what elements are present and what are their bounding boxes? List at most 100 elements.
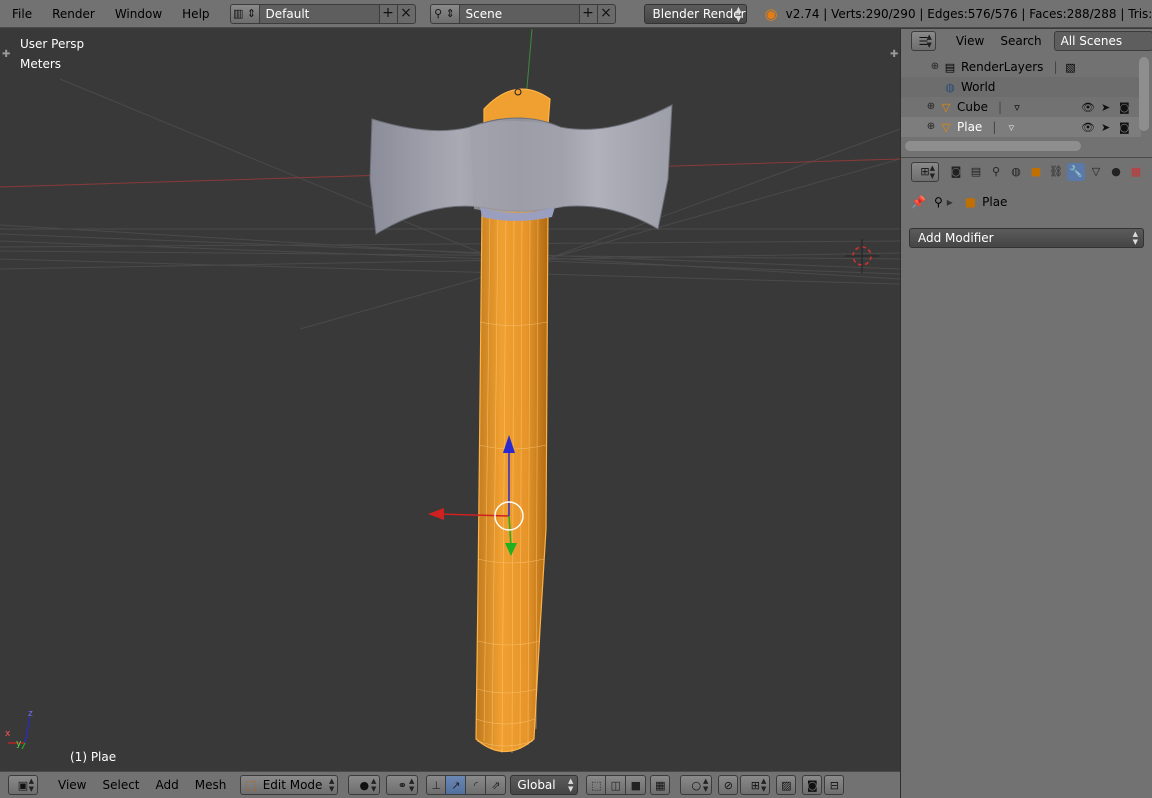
add-scene-button[interactable]: + [579, 3, 598, 24]
menu-help[interactable]: Help [172, 0, 219, 27]
view3d-header: ▣ ▲ ▼ View Select Add Mesh ⬚ Edit Mode ▲ ▼ … [0, 771, 900, 798]
tab-material-icon[interactable]: ● [1107, 163, 1125, 181]
snap-increment-icon: ⊞ [750, 778, 760, 792]
tab-render-layers-icon[interactable]: ▤ [967, 163, 985, 181]
tab-data-icon[interactable]: ▽ [1087, 163, 1105, 181]
edge-select-icon[interactable]: ◫ [606, 775, 627, 795]
outliner-item-cube[interactable]: ⊕ ▽ Cube | ▿ 👁 ➤ ◙ [901, 97, 1141, 117]
interaction-mode-dropdown[interactable]: ⬚ Edit Mode ▲ ▼ [240, 775, 339, 795]
face-select-icon[interactable]: ■ [626, 775, 647, 795]
renderable-camera-icon[interactable]: ◙ [1119, 121, 1130, 134]
mesh-object-icon: ▽ [941, 100, 951, 114]
scene-field[interactable]: Scene [459, 3, 580, 24]
units-label: Meters [20, 57, 62, 71]
world-icon: ◍ [945, 80, 955, 94]
screen-layout-icon[interactable]: ▥ ⇕ [229, 3, 260, 24]
scene-icon[interactable]: ⚲ ⇕ [429, 3, 460, 24]
outliner-menu-search[interactable]: Search [992, 34, 1049, 48]
outliner-header: ☰ ▲ ▼ View Search All Scenes [901, 29, 1152, 53]
outliner-item-label: Plae [957, 120, 983, 134]
delete-scene-button[interactable]: × [597, 3, 616, 24]
menu-add[interactable]: Add [148, 778, 187, 792]
tab-world-icon[interactable]: ◍ [1007, 163, 1025, 181]
outliner-item-label: World [961, 80, 996, 94]
viewport-scene [0, 29, 900, 754]
tab-object-icon[interactable]: ■ [1027, 163, 1045, 181]
tab-texture-icon[interactable]: ▦ [1127, 163, 1145, 181]
tab-modifiers-icon[interactable]: 🔧 [1067, 162, 1085, 181]
render-animation-icon[interactable]: ⊟ [824, 775, 845, 795]
outliner-menu-view[interactable]: View [948, 34, 992, 48]
delete-layout-button[interactable]: × [397, 3, 416, 24]
outliner-item-plae[interactable]: ⊕ ▽ Plae | ▿ 👁 ➤ ◙ [901, 117, 1141, 137]
add-modifier-dropdown[interactable]: Add Modifier ▲ ▼ [909, 228, 1144, 248]
vertical-scrollbar[interactable] [1139, 57, 1149, 131]
properties-icon: ⊞ [920, 165, 930, 178]
snap-element-dropdown[interactable]: ⊞ ▲ ▼ [740, 775, 771, 795]
outliner-editor-type-button[interactable]: ☰ ▲ ▼ [911, 31, 936, 51]
proportional-edit-dropdown[interactable]: ○ ▲ ▼ [680, 775, 713, 795]
manipulator-toggle-icon[interactable]: ⊥ [426, 775, 447, 795]
add-modifier-label: Add Modifier [918, 231, 994, 245]
scene-stats: ◉ v2.74 | Verts:290/290 | Edges:576/576 … [765, 5, 1152, 23]
menu-view[interactable]: View [50, 778, 94, 792]
axis-y-label: y [16, 739, 22, 749]
visibility-eye-icon[interactable]: 👁 [1081, 121, 1095, 134]
selectable-cursor-icon[interactable]: ➤ [1101, 121, 1110, 134]
properties-panel: 📌 ⚲ ▸ ■ Plae Add Modifier ▲ ▼ [901, 185, 1152, 798]
expand-icon[interactable]: ⊕ [925, 121, 937, 133]
axis-x-label: x [5, 729, 11, 739]
expand-icon[interactable]: ⊕ [929, 61, 941, 73]
menu-select[interactable]: Select [94, 778, 147, 792]
menu-window[interactable]: Window [105, 0, 172, 27]
menu-mesh[interactable]: Mesh [187, 778, 235, 792]
area-split-corner-icon[interactable]: ✚ [2, 50, 10, 60]
translate-manipulator-icon[interactable]: ↗ [446, 775, 467, 795]
pivot-point-dropdown[interactable]: ⚭ ▲ ▼ [386, 775, 419, 795]
vertex-select-icon[interactable]: ⬚ [586, 775, 607, 795]
scale-manipulator-icon[interactable]: ⇗ [486, 775, 507, 795]
outliner-item-world[interactable]: ◍ World [901, 77, 1141, 97]
render-layers-icon: ▤ [944, 60, 956, 74]
transform-orientation-dropdown[interactable]: Global ▲ ▼ [510, 775, 579, 795]
tab-render-icon[interactable]: ◙ [947, 163, 965, 181]
dropdown-arrows-icon: ▲ ▼ [735, 4, 742, 23]
selectable-cursor-icon[interactable]: ➤ [1101, 101, 1110, 114]
screen-layout-field[interactable]: Default [259, 3, 380, 24]
pin-icon[interactable]: 📌 [911, 195, 926, 209]
dropdown-arrows-icon: ▲ ▼ [1132, 230, 1138, 246]
orientation-label: Global [517, 778, 556, 792]
object-icon: ■ [964, 195, 977, 209]
tab-scene-icon[interactable]: ⚲ [987, 163, 1005, 181]
visibility-eye-icon[interactable]: 👁 [1081, 101, 1095, 114]
outliner-item-label: RenderLayers [961, 60, 1044, 74]
menu-file[interactable]: File [0, 0, 42, 27]
render-engine-dropdown[interactable]: Blender Render ▲ ▼ [643, 3, 747, 24]
stats-text: v2.74 | Verts:290/290 | Edges:576/576 | … [785, 6, 1152, 21]
outliner-item-renderlayers[interactable]: ⊕ ▤ RenderLayers | ▧ [901, 57, 1141, 77]
tab-constraints-icon[interactable]: ⛓ [1047, 163, 1065, 181]
limit-selection-visible-icon[interactable]: ▦ [650, 775, 671, 795]
rotate-manipulator-icon[interactable]: ◜ [466, 775, 487, 795]
renderable-camera-icon[interactable]: ◙ [1119, 101, 1130, 114]
breadcrumb-object-label: Plae [982, 195, 1008, 209]
editor-type-button[interactable]: ▣ ▲ ▼ [8, 775, 38, 795]
dropdown-arrows-icon: ▲ ▼ [567, 777, 574, 793]
expand-icon[interactable]: ⊕ [925, 101, 937, 113]
3d-viewport[interactable]: User Persp Meters (1) Plae x z y ✚ ✚ [0, 29, 900, 771]
properties-editor-type-button[interactable]: ⊞ ▲ ▼ [911, 161, 939, 182]
mesh-data-icon: ▿ [1008, 120, 1015, 134]
render-engine-label: Blender Render [652, 6, 746, 21]
area-split-corner-icon[interactable]: ✚ [890, 50, 898, 60]
viewport-shading-dropdown[interactable]: ● ▲ ▼ [348, 775, 381, 795]
render-image-icon[interactable]: ◙ [802, 775, 823, 795]
render-opengl-icon[interactable]: ▨ [776, 775, 797, 795]
horizontal-scrollbar[interactable] [905, 141, 1081, 151]
add-layout-button[interactable]: + [379, 3, 398, 24]
render-layer-icon: ▧ [1065, 60, 1076, 74]
menu-render[interactable]: Render [42, 0, 105, 27]
outliner-display-mode[interactable]: All Scenes [1053, 31, 1152, 51]
snap-toggle-icon[interactable]: ⊘ [718, 775, 739, 795]
right-column: ☰ ▲ ▼ View Search All Scenes ⊕ ▤ RenderLay… [900, 29, 1152, 798]
proportional-edit-icon: ○ [691, 778, 702, 792]
